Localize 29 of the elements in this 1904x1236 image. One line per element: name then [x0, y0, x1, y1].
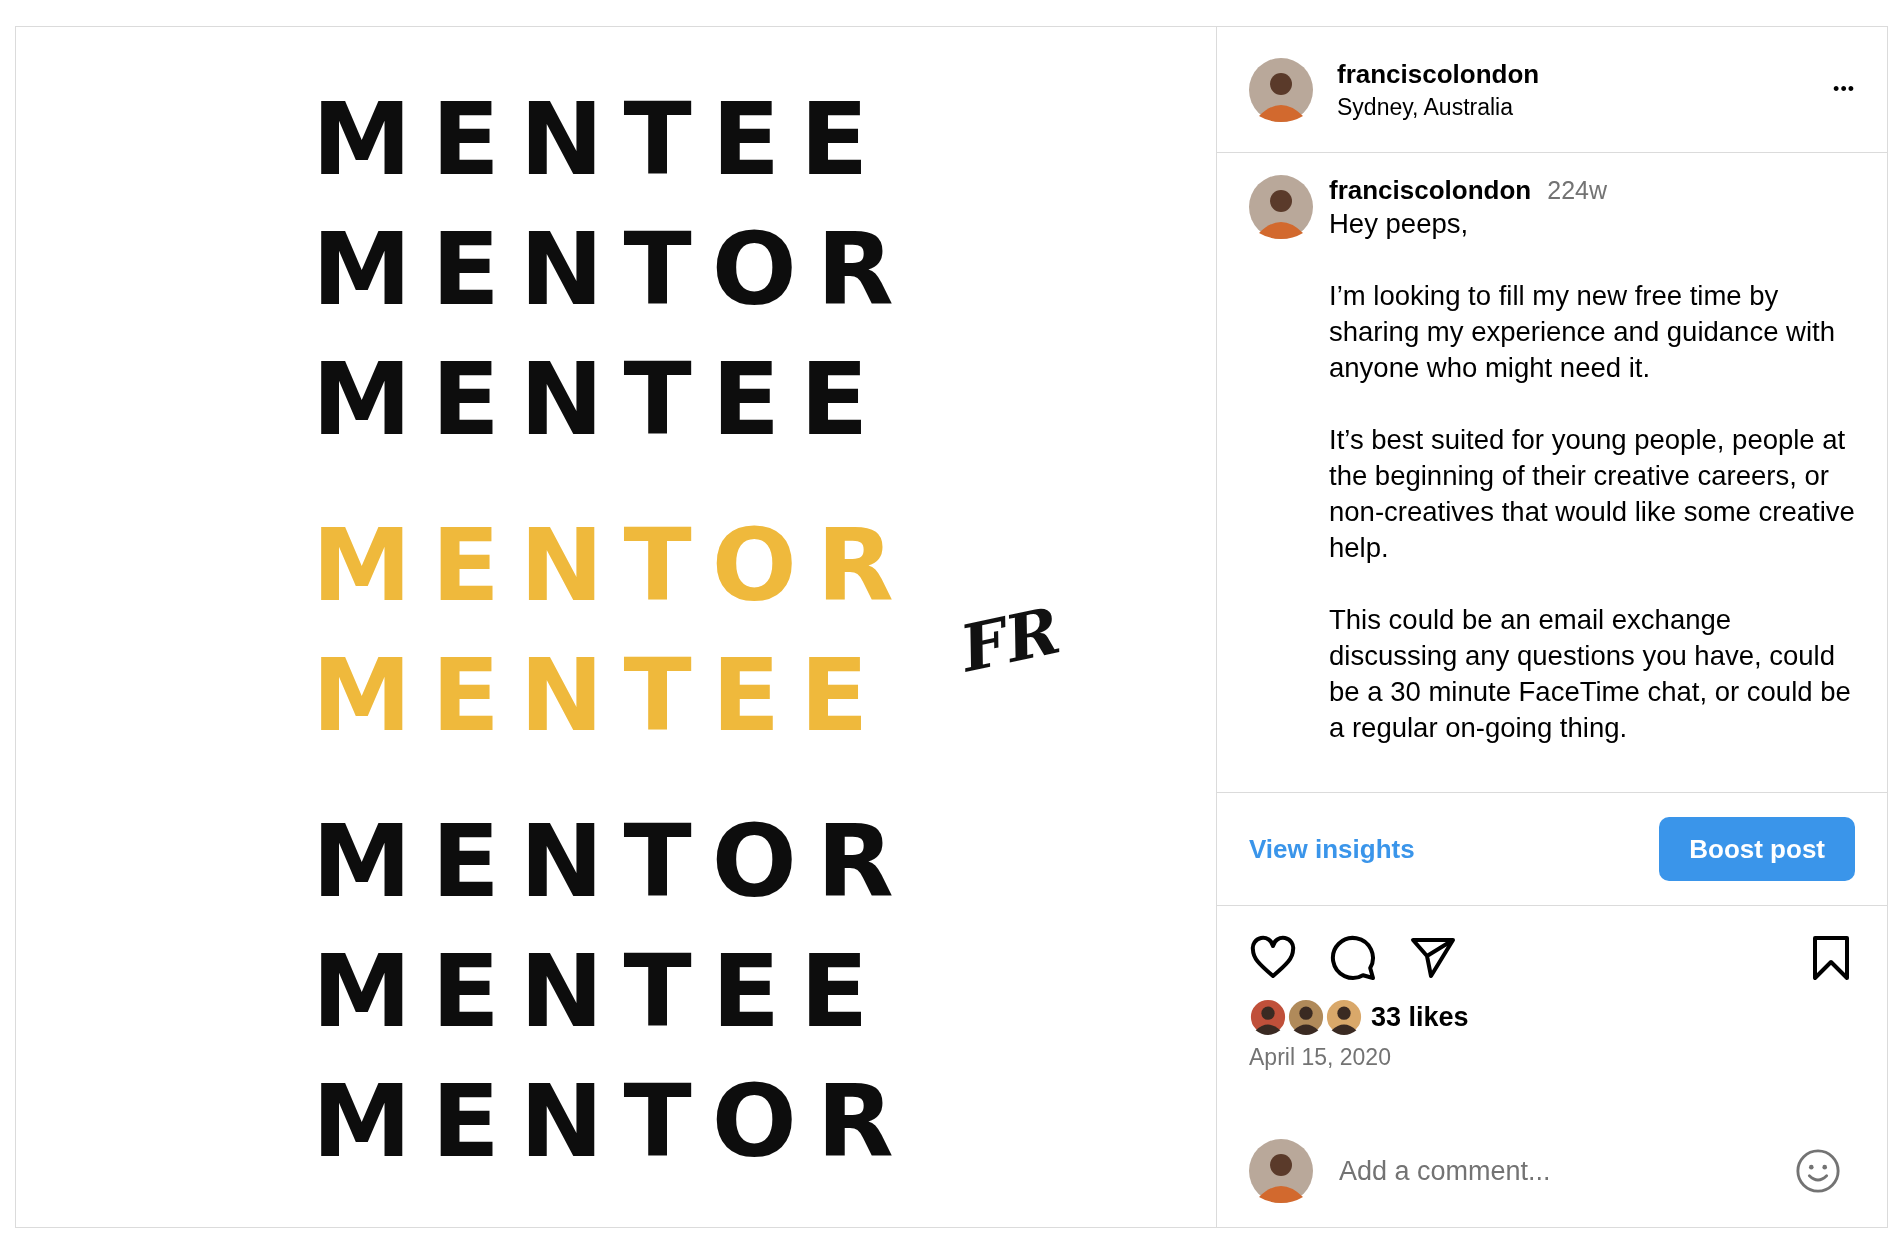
post-date: April 15, 2020 — [1249, 1044, 1392, 1071]
caption-paragraph: I’m looking to fill my new free time by sharing my experience and guidance with anyone who might need it. — [1329, 279, 1836, 385]
location-link[interactable]: Sydney, Australia — [1337, 93, 1810, 121]
post-age: 224w — [1547, 176, 1607, 205]
avatar-icon[interactable] — [1249, 175, 1313, 239]
poster-word: MENTEE — [312, 340, 889, 460]
poster-word: MENTOR — [312, 802, 914, 922]
caption-paragraph: This could be an email exchange discussing any questions you have, could be a 30 minute FaceTime chat, or could be a regular on-going thing. — [1329, 603, 1852, 745]
comment-field[interactable]: Add a comment... — [1339, 1149, 1769, 1193]
more-button[interactable]: ••• — [1833, 79, 1855, 100]
poster-word: MENTEE — [312, 636, 889, 756]
username[interactable]: franciscolondon — [1329, 175, 1532, 206]
comment-icon[interactable] — [1329, 934, 1377, 982]
poster-word: MENTEE — [312, 80, 889, 200]
emoji-icon[interactable] — [1795, 1148, 1841, 1194]
poster-word: MENTOR — [312, 1062, 914, 1182]
caption-paragraph: It’s best suited for young people, people at the beginning of their creative careers, or non-creatives that would like some creative help. — [1329, 423, 1856, 565]
poster-word: MENTEE — [312, 932, 889, 1052]
avatar-icon — [1249, 1139, 1313, 1203]
poster-word: MENTOR — [312, 210, 914, 330]
avatar-icon[interactable] — [1287, 998, 1325, 1036]
signature: FR — [954, 592, 1067, 687]
avatar-icon[interactable] — [1249, 998, 1287, 1036]
username[interactable]: franciscolondon — [1337, 58, 1810, 90]
avatar-icon[interactable] — [1249, 57, 1313, 122]
caption-paragraph: Hey peeps, — [1329, 207, 1470, 241]
poster-word: MENTOR — [312, 506, 914, 626]
avatar-icon[interactable] — [1325, 998, 1363, 1036]
likes-count[interactable]: 33 likes — [1371, 1001, 1469, 1033]
